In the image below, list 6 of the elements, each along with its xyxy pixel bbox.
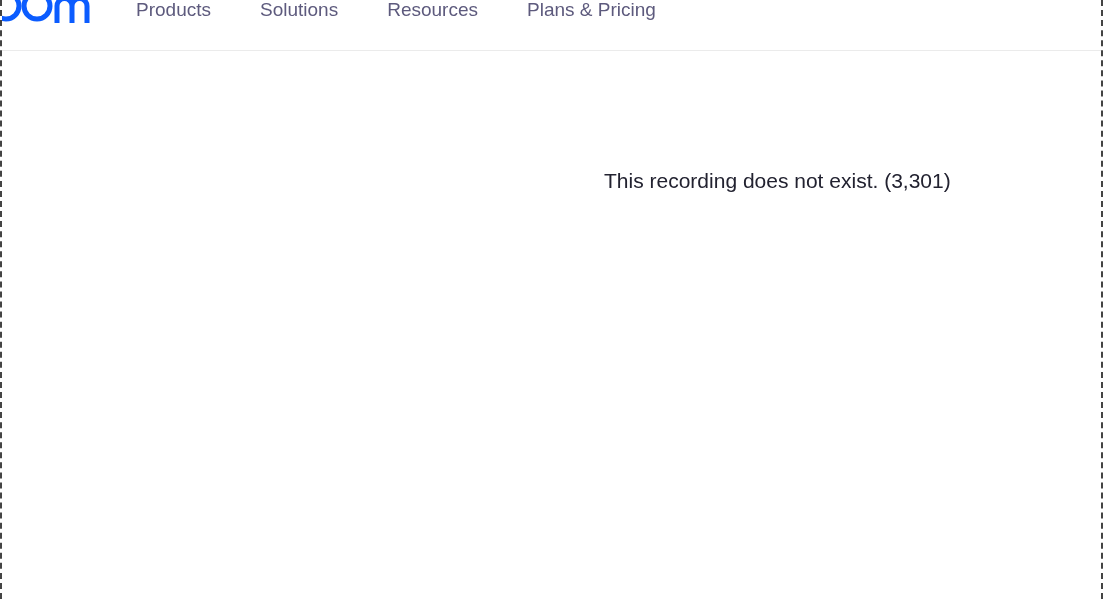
nav-link[interactable]: Plans & Pricing (527, 0, 656, 22)
nav-link[interactable]: Products (136, 0, 211, 22)
logo[interactable] (2, 0, 92, 24)
error-message: This recording does not exist. (3,301) (604, 168, 951, 194)
nav-link[interactable]: Resources (387, 0, 478, 22)
nav-link[interactable]: Solutions (260, 0, 339, 22)
